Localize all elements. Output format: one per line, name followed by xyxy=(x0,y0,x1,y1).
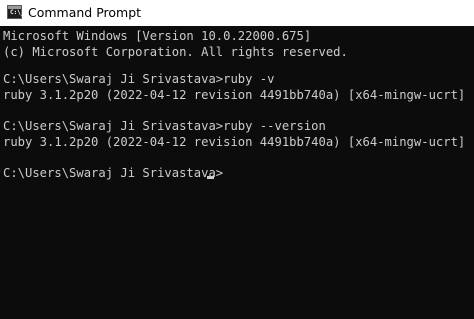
window-title: Command Prompt xyxy=(28,5,142,20)
console-output[interactable]: Microsoft Windows [Version 10.0.22000.67… xyxy=(0,26,474,319)
console-line-output-ruby-version: ruby 3.1.2p20 (2022-04-12 revision 4491b… xyxy=(3,88,466,102)
command-prompt-window: C:\_ Command Prompt Microsoft Windows [V… xyxy=(0,0,474,319)
title-bar[interactable]: C:\_ Command Prompt xyxy=(0,0,474,26)
console-line-output-ruby-version: ruby 3.1.2p20 (2022-04-12 revision 4491b… xyxy=(3,135,466,149)
text-cursor xyxy=(207,176,214,179)
console-line-banner-version: Microsoft Windows [Version 10.0.22000.67… xyxy=(3,29,312,43)
console-line-command-ruby-v: C:\Users\Swaraj Ji Srivastava>ruby -v xyxy=(3,72,275,86)
console-line-current-prompt[interactable]: C:\Users\Swaraj Ji Srivastava> xyxy=(3,165,223,181)
console-line-command-ruby-version: C:\Users\Swaraj Ji Srivastava>ruby --ver… xyxy=(3,119,326,133)
console-line-banner-copyright: (c) Microsoft Corporation. All rights re… xyxy=(3,45,348,59)
cmd-icon: C:\_ xyxy=(7,5,24,19)
